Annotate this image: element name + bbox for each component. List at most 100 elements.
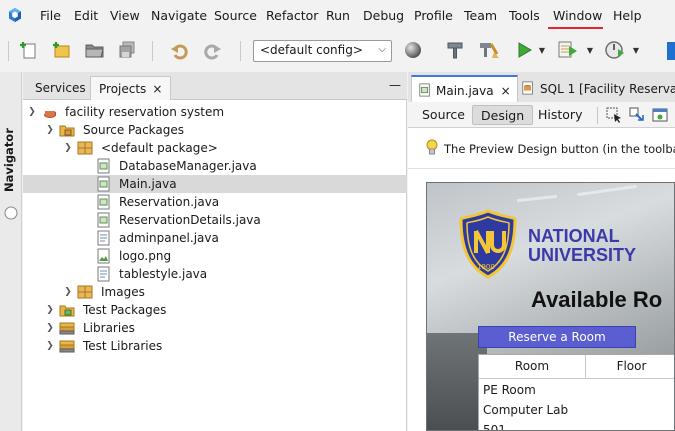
profile-icon — [605, 41, 624, 59]
collapsed-chevron-icon[interactable]: ❯ — [63, 287, 73, 297]
tab-projects[interactable]: Projects × — [90, 76, 172, 100]
tree-node-test-libraries[interactable]: ❯ Test Libraries — [23, 337, 407, 355]
menu-window[interactable]: Window — [553, 8, 602, 23]
tab-sql-1-label: SQL 1 [Facility Reservation — [540, 82, 675, 96]
collapsed-chevron-icon[interactable]: ❯ — [45, 305, 55, 315]
undo-button[interactable] — [166, 38, 192, 62]
tree-node-file[interactable]: Reservation.java — [23, 193, 407, 211]
build-button[interactable] — [442, 38, 468, 62]
save-all-icon — [119, 41, 135, 58]
expand-chevron-icon[interactable]: ❯ — [45, 125, 55, 135]
menu-view[interactable]: View — [110, 8, 140, 23]
hint-text: The Preview Design button (in the toolba… — [444, 142, 675, 156]
open-project-button[interactable] — [82, 38, 108, 62]
tab-services[interactable]: Services — [27, 76, 94, 100]
rooms-table[interactable]: Room Floor PE Room Computer Lab 501 — [478, 354, 674, 430]
editor-tab-bar: Main.java × SQL 1 [Facility Reservation — [408, 72, 675, 102]
tree-node-file[interactable]: ReservationDetails.java — [23, 211, 407, 229]
debug-icon — [558, 41, 577, 58]
tree-node-file[interactable]: DatabaseManager.java — [23, 157, 407, 175]
selection-mode-icon[interactable] — [605, 106, 623, 124]
toolbar: <default config> ⌵ ▼ ▼ ▼ — [0, 32, 675, 70]
source-view-button[interactable]: Source — [414, 105, 473, 125]
table-header-room[interactable]: Room — [479, 355, 586, 379]
run-dropdown-arrow-icon[interactable]: ▼ — [536, 38, 546, 62]
memory-indicator[interactable] — [667, 42, 675, 60]
table-row[interactable]: Computer Lab — [483, 403, 568, 417]
menu-team[interactable]: Team — [464, 8, 497, 23]
clean-build-button[interactable] — [476, 38, 502, 62]
preview-design-icon[interactable] — [651, 106, 669, 124]
tree-label-file: adminpanel.java — [119, 231, 219, 245]
tree-node-file[interactable]: adminpanel.java — [23, 229, 407, 247]
reserve-room-button[interactable]: Reserve a Room — [478, 326, 636, 348]
editor-view-toolbar: Source Design History — [408, 102, 675, 128]
close-icon[interactable]: × — [152, 82, 162, 96]
menu-debug[interactable]: Debug — [363, 8, 404, 23]
projects-panel: Services Projects × — ❯ facility reservat… — [23, 72, 407, 431]
new-file-icon — [20, 42, 36, 59]
redo-button[interactable] — [200, 38, 226, 62]
expand-chevron-icon[interactable]: ❯ — [27, 107, 37, 117]
java-form-file-icon — [97, 194, 110, 210]
collapsed-chevron-icon[interactable]: ❯ — [45, 323, 55, 333]
tree-label-test-packages: Test Packages — [83, 303, 167, 317]
globe-button[interactable] — [400, 38, 426, 62]
debug-dropdown-arrow-icon[interactable]: ▼ — [584, 38, 594, 62]
menu-run[interactable]: Run — [326, 8, 350, 23]
tree-node-source-packages[interactable]: ❯ Source Packages — [23, 121, 407, 139]
debug-button[interactable] — [555, 38, 581, 62]
tree-node-images[interactable]: ❯ Images — [23, 283, 407, 301]
play-icon — [518, 42, 532, 58]
history-view-button[interactable]: History — [530, 105, 590, 125]
config-select[interactable]: <default config> ⌵ — [253, 40, 392, 62]
profile-button[interactable] — [602, 38, 628, 62]
table-header-floor[interactable]: Floor — [586, 355, 674, 379]
university-name-line1: NATIONAL — [528, 226, 620, 246]
logo-year: 1900 — [477, 263, 495, 271]
tree-label-file: DatabaseManager.java — [119, 159, 257, 173]
menu-file[interactable]: File — [40, 8, 61, 23]
menu-refactor[interactable]: Refactor — [266, 8, 318, 23]
navigator-tab[interactable]: Navigator — [2, 128, 16, 192]
university-name: NATIONAL UNIVERSITY — [528, 227, 636, 265]
menu-source[interactable]: Source — [214, 8, 257, 23]
design-view-button[interactable]: Design — [472, 105, 534, 125]
tree-label-file: tablestyle.java — [119, 267, 208, 281]
chevron-down-icon: ⌵ — [378, 44, 386, 55]
navigator-strip: Navigator — [0, 72, 22, 431]
tree-node-libraries[interactable]: ❯ Libraries — [23, 319, 407, 337]
new-project-button[interactable] — [48, 38, 74, 62]
package-icon — [77, 141, 93, 155]
tab-main-java[interactable]: Main.java × — [411, 75, 518, 102]
save-all-button[interactable] — [114, 38, 140, 62]
tree-node-file-selected[interactable]: Main.java — [23, 175, 407, 193]
tree-node-project[interactable]: ❯ facility reservation system — [23, 103, 407, 121]
table-row[interactable]: 501 — [483, 423, 506, 430]
tree-node-default-package[interactable]: ❯ <default package> — [23, 139, 407, 157]
close-icon[interactable]: × — [501, 84, 511, 98]
menu-help[interactable]: Help — [613, 8, 642, 23]
profile-dropdown-arrow-icon[interactable]: ▼ — [630, 38, 640, 62]
run-button[interactable] — [514, 38, 536, 62]
window-menu-highlight — [548, 27, 603, 29]
menu-profile[interactable]: Profile — [414, 8, 453, 23]
tree-label-file: Reservation.java — [119, 195, 220, 209]
tree-node-file[interactable]: tablestyle.java — [23, 265, 407, 283]
form-design-canvas[interactable]: 1900 NATIONAL UNIVERSITY Available Ro Re… — [426, 182, 675, 431]
tree-node-test-packages[interactable]: ❯ Test Packages — [23, 301, 407, 319]
menu-edit[interactable]: Edit — [74, 8, 98, 23]
tab-sql-1[interactable]: SQL 1 [Facility Reservation — [515, 75, 675, 102]
config-select-value: <default config> — [260, 43, 363, 57]
new-file-button[interactable] — [16, 38, 42, 62]
expand-chevron-icon[interactable]: ❯ — [63, 143, 73, 153]
table-row[interactable]: PE Room — [483, 383, 536, 397]
tree-node-file[interactable]: logo.png — [23, 247, 407, 265]
menu-tools[interactable]: Tools — [509, 8, 540, 23]
minimize-panel-button[interactable]: — — [389, 78, 401, 92]
netbeans-logo-icon — [9, 8, 21, 22]
collapsed-chevron-icon[interactable]: ❯ — [45, 341, 55, 351]
connection-mode-icon[interactable] — [628, 106, 646, 124]
compass-icon — [4, 206, 18, 220]
menu-navigate[interactable]: Navigate — [151, 8, 207, 23]
